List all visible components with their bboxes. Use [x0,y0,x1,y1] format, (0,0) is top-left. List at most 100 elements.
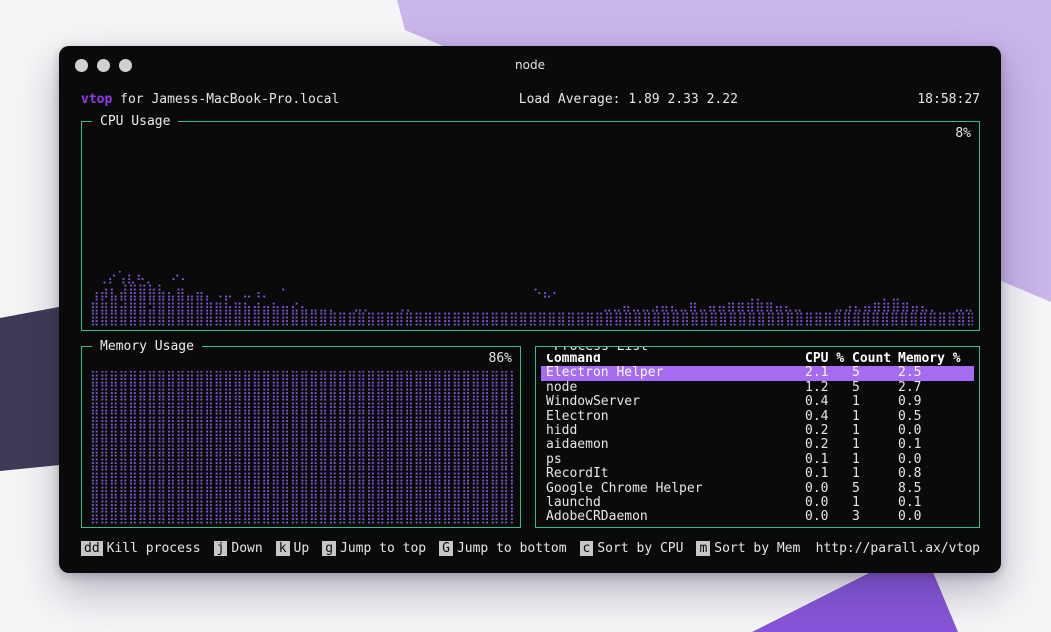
value-cell: 0.2 [805,424,852,438]
value-cell: 1 [852,438,898,452]
shortcut-label: Down [231,541,262,556]
shortcut-hint: cSort by CPU [580,541,684,556]
value-cell: 5 [852,482,898,496]
process-row[interactable]: hidd0.210.0 [541,424,974,438]
process-list-panel: Process List CommandCPU %CountMemory %El… [535,346,980,528]
value-cell: 0.4 [805,410,852,424]
value-cell: 0.0 [805,496,852,510]
load-average: Load Average: 1.89 2.33 2.22 [519,92,738,107]
vtop-logo: vtop [81,92,112,107]
shortcut-key: j [214,541,228,556]
process-row[interactable]: RecordIt0.110.8 [541,467,974,481]
process-row[interactable]: Electron Helper2.152.5 [541,366,974,380]
cpu-percent-value: 8% [955,126,971,141]
value-cell: 5 [852,366,898,380]
hostname-text: for Jamess-MacBook-Pro.local [112,92,339,107]
violet-shape [752,565,958,632]
memory-percent-value: 86% [489,351,512,366]
shortcut-hint: g Jump to top [322,541,426,556]
command-cell: AdobeCRDaemon [546,510,805,524]
shortcut-key: c [580,541,594,556]
command-cell: aidaemon [546,438,805,452]
value-cell: 1 [852,467,898,481]
value-cell: 0.1 [805,467,852,481]
shortcut-key: G [439,541,453,556]
value-cell: 1 [852,424,898,438]
app-host: vtop for Jamess-MacBook-Pro.local [81,92,339,107]
value-cell: 1 [852,395,898,409]
shortcut-hint: k Up [276,541,309,556]
value-cell: 0.0 [898,510,969,524]
shortcut-hint: jDown [214,541,263,556]
command-cell: Command [546,352,805,366]
value-cell: 0.1 [898,438,969,452]
process-row[interactable]: ps0.110.0 [541,453,974,467]
value-cell: 3 [852,510,898,524]
value-cell: 0.0 [805,482,852,496]
value-cell: 1 [852,410,898,424]
shortcut-label: Sort by CPU [597,541,683,556]
shortcut-key: k [276,541,290,556]
value-cell: 1 [852,496,898,510]
command-cell: Electron [546,410,805,424]
process-table: CommandCPU %CountMemory %Electron Helper… [541,352,974,525]
value-cell: CPU % [805,352,852,366]
memory-usage-graph: ⣿⣿⣿⣿⣿⣿⣿⣿⣿⣿⣿⣿⣿⣿⣿⣿⣿⣿⣿⣿⣿⣿⣿⣿⣿⣿⣿⣿⣿⣿⣿⣿⣿⣿⣿⣿⣿⣿⣿⣿… [90,371,514,525]
value-cell: Memory % [898,352,969,366]
command-cell: node [546,381,805,395]
process-row[interactable]: aidaemon0.210.1 [541,438,974,452]
cpu-usage-panel: CPU Usage 8% ⢀⡔⢡⣆⠦⡀ ⠔⠄ ⢠⣴⣆⣼⣿⣿⣷⣧⣄⣶⣀⣤⡀⢀⣀⠀⣀… [81,121,980,331]
process-panel-title: Process List [546,346,656,354]
shortcuts: ddKill process jDownk Upg Jump to top G Jump … [81,541,813,557]
command-cell: ps [546,453,805,467]
value-cell: 2.5 [898,366,969,380]
value-cell: 1.2 [805,381,852,395]
process-row[interactable]: Google Chrome Helper0.058.5 [541,482,974,496]
terminal-window: node vtop for Jamess-MacBook-Pro.local L… [59,46,1001,573]
command-cell: Google Chrome Helper [546,482,805,496]
shortcut-label: Jump to top [340,541,426,556]
shortcut-key: g [322,541,336,556]
value-cell: 0.2 [805,438,852,452]
process-row[interactable]: node1.252.7 [541,381,974,395]
shortcut-label: Jump to bottom [457,541,567,556]
shortcut-hint: m Sort by Mem [696,541,800,556]
process-row[interactable]: WindowServer0.410.9 [541,395,974,409]
vtop-url-link[interactable]: http://parall.ax/vtop [816,541,980,557]
shortcut-key: m [696,541,710,556]
cpu-panel-title: CPU Usage [92,114,178,129]
value-cell: 0.1 [898,496,969,510]
value-cell: 5 [852,381,898,395]
cpu-usage-graph: ⢀⡔⢡⣆⠦⡀ ⠔⠄ ⢠⣴⣆⣼⣿⣿⣷⣧⣄⣶⣀⣤⡀⢀⣀⠀⣀⢠⡀⠀⠂ ⠢⣄⠄ [90,271,973,327]
terminal-content[interactable]: vtop for Jamess-MacBook-Pro.local Load A… [81,92,980,573]
value-cell: 0.4 [805,395,852,409]
value-cell: 0.9 [898,395,969,409]
process-row[interactable]: Electron0.410.5 [541,410,974,424]
memory-panel-title: Memory Usage [92,339,202,354]
value-cell: 0.1 [805,453,852,467]
shortcut-label: Kill process [107,541,201,556]
value-cell: 2.7 [898,381,969,395]
shortcut-hint: ddKill process [81,541,201,556]
clock: 18:58:27 [917,92,980,107]
window-titlebar[interactable]: node [59,46,1001,84]
value-cell: Count [852,352,898,366]
value-cell: 8.5 [898,482,969,496]
value-cell: 0.5 [898,410,969,424]
shortcut-label: Up [294,541,310,556]
value-cell: 0.0 [898,424,969,438]
window-title: node [59,58,1001,72]
value-cell: 1 [852,453,898,467]
process-row[interactable]: launchd0.010.1 [541,496,974,510]
command-cell: hidd [546,424,805,438]
shortcut-hint: G Jump to bottom [439,541,566,556]
command-cell: RecordIt [546,467,805,481]
value-cell: 0.0 [898,453,969,467]
process-row[interactable]: AdobeCRDaemon0.030.0 [541,510,974,524]
command-cell: launchd [546,496,805,510]
shortcut-bar: ddKill process jDownk Upg Jump to top G Jump … [81,541,980,557]
value-cell: 2.1 [805,366,852,380]
shortcut-label: Sort by Mem [714,541,800,556]
value-cell: 0.0 [805,510,852,524]
memory-usage-panel: Memory Usage 86% ⣿⣿⣿⣿⣿⣿⣿⣿⣿⣿⣿⣿⣿⣿⣿⣿⣿⣿⣿⣿⣿⣿⣿… [81,346,521,528]
